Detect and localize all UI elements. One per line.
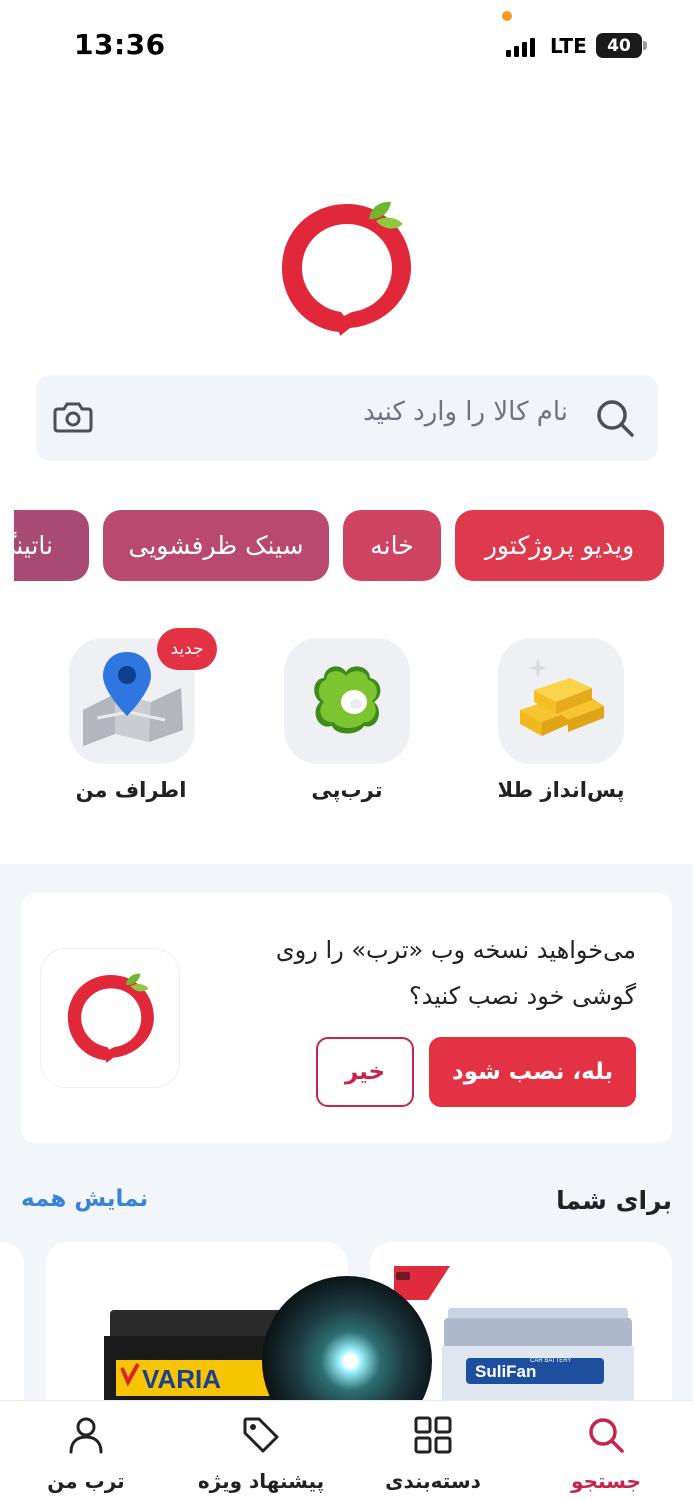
torob-logo (282, 201, 411, 336)
nav-categories[interactable]: دسته‌بندی (358, 1415, 508, 1495)
status-time: 13:36 (74, 28, 166, 61)
nav-label-special-offers: پیشنهاد ویژه (197, 1469, 325, 1493)
torob-pay-tile[interactable] (284, 638, 410, 764)
battery-level: 40 (607, 35, 631, 56)
nav-label-search: جستجو (571, 1469, 641, 1493)
grid-icon (414, 1416, 452, 1454)
install-prompt-text: می‌خواهید نسخه وب «ترب» را روی گوشی خود … (275, 936, 636, 1010)
user-icon (69, 1417, 103, 1454)
privacy-indicator-dot (502, 11, 512, 21)
bottom-navigation: جستجو دسته‌بندی پیشنهاد ویژه ترب من (0, 1400, 693, 1500)
app-icon (40, 948, 180, 1088)
search-bar[interactable]: نام کالا را وارد کنید (36, 375, 658, 461)
nav-label-categories: دسته‌بندی (385, 1469, 481, 1493)
cellular-signal-icon (506, 35, 535, 57)
search-icon (597, 400, 634, 437)
chip-video-projector[interactable]: ویدیو پروژکتور (455, 510, 664, 581)
install-pwa-card: می‌خواهید نسخه وب «ترب» را روی گوشی خود … (21, 893, 672, 1143)
torob-logo-icon (67, 973, 154, 1063)
tag-icon (243, 1417, 279, 1453)
chip-nothing[interactable]: ناتینگ (14, 510, 89, 581)
suggestion-chips: ویدیو پروژکتور خانه سینک ظرفشویی ناتینگ (14, 510, 679, 582)
service-label-nearby: اطراف من (75, 778, 187, 802)
camera-search-icon[interactable] (52, 399, 94, 435)
product-sublabel: CAR BATTERY (530, 1358, 571, 1364)
battery-icon: 40 (596, 33, 642, 58)
product-brand-label: SuliFan (475, 1362, 536, 1381)
new-badge: جدید (157, 628, 217, 670)
product-brand-label-2: VARIA (142, 1364, 221, 1394)
gold-bars-icon (520, 658, 604, 736)
install-no-button[interactable]: خیر (316, 1037, 414, 1107)
for-you-title: برای شما (556, 1186, 672, 1215)
chip-home[interactable]: خانه (343, 510, 441, 581)
search-input[interactable]: نام کالا را وارد کنید (363, 397, 568, 427)
search-icon (589, 1418, 624, 1453)
service-label-gold: پس‌انداز طلا (497, 778, 625, 802)
gold-savings-tile[interactable] (498, 638, 624, 764)
nav-special-offers[interactable]: پیشنهاد ویژه (186, 1415, 336, 1495)
network-type: LTE (550, 34, 587, 58)
service-label-torob-pay: ترب‌پی (311, 778, 383, 802)
show-all-link[interactable]: نمایش همه (21, 1186, 148, 1212)
torob-pay-icon (314, 666, 381, 734)
nav-label-my-torob: ترب من (47, 1469, 125, 1493)
chip-kitchen-sink[interactable]: سینک ظرفشویی (103, 510, 329, 581)
install-yes-button[interactable]: بله، نصب شود (429, 1037, 636, 1107)
battery-tip (643, 41, 647, 50)
nav-search[interactable]: جستجو (531, 1415, 681, 1495)
nav-my-torob[interactable]: ترب من (11, 1415, 161, 1495)
